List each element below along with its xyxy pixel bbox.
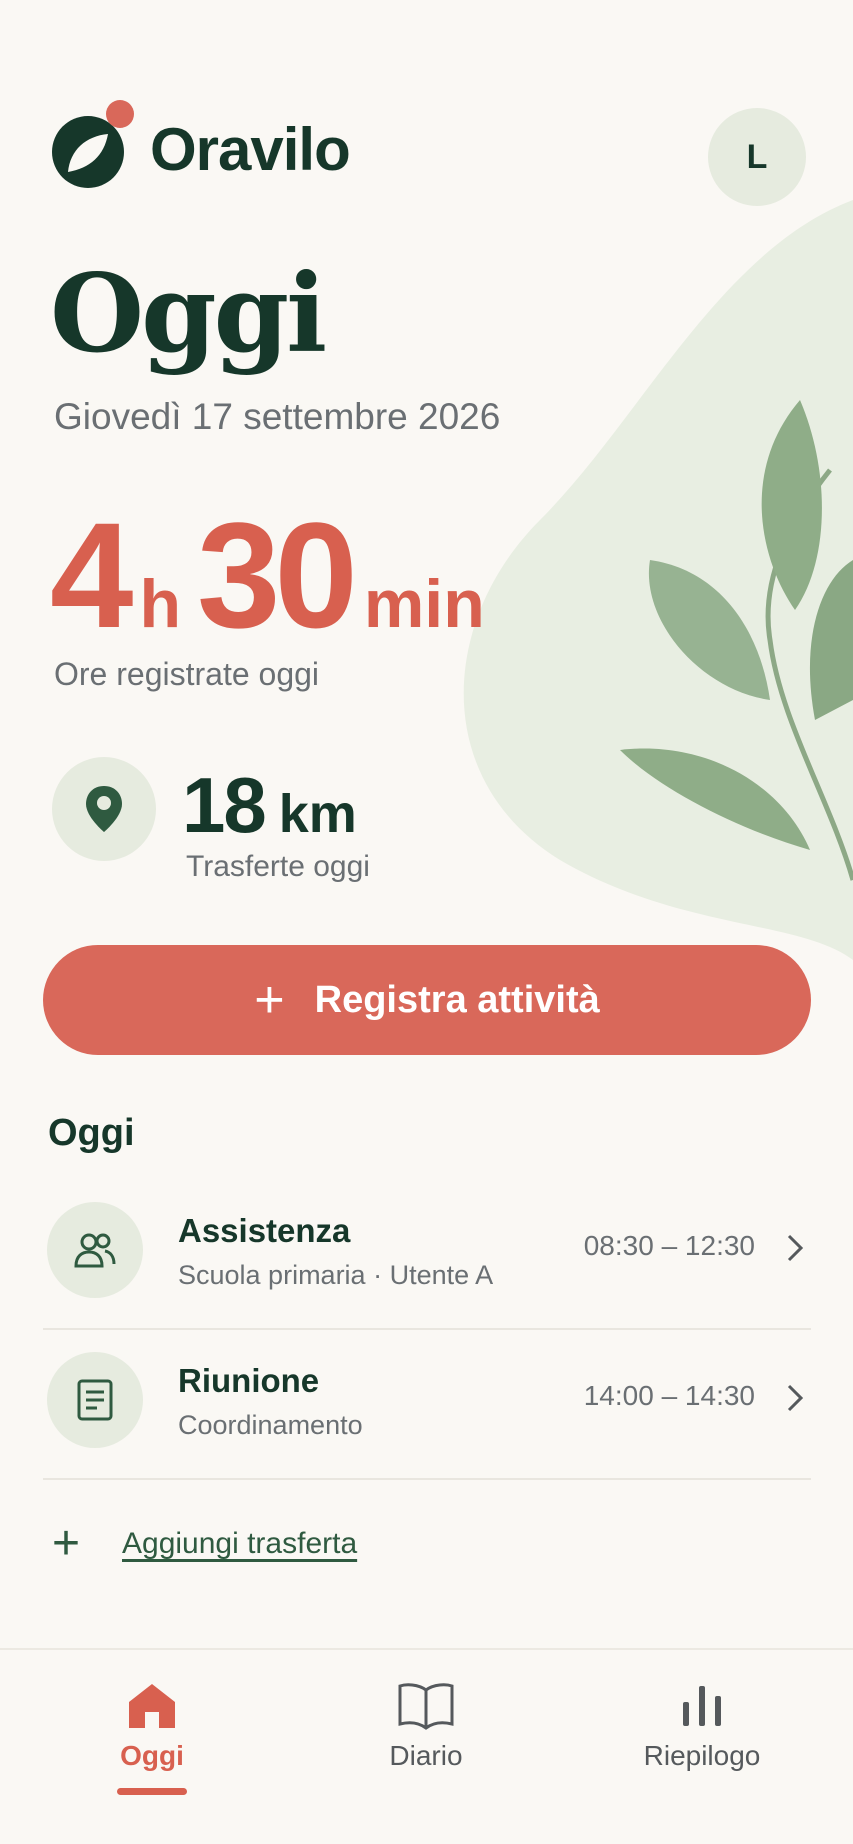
add-trip-link[interactable]: + Aggiungi trasferta (52, 1520, 357, 1568)
document-icon (47, 1352, 143, 1448)
register-activity-label: Registra attività (314, 978, 600, 1021)
plus-icon: + (254, 971, 285, 1029)
today-section-title: Oggi (48, 1112, 135, 1154)
bar-chart-icon (683, 1686, 721, 1726)
app-header: Oravilo L (52, 98, 807, 206)
minutes-value: 30 (196, 491, 358, 659)
users-icon (47, 1202, 143, 1298)
tab-label: Diario (389, 1740, 463, 1771)
active-tab-indicator (117, 1788, 187, 1795)
list-item[interactable]: Assistenza Scuola primaria · Utente A 08… (43, 1180, 811, 1330)
app-logo: Oravilo (52, 98, 351, 190)
tab-label: Riepilogo (643, 1740, 761, 1771)
chevron-right-icon (787, 1384, 804, 1412)
hours-value: 4 (50, 491, 133, 659)
item-title: Riunione (178, 1362, 320, 1399)
page-title: Oggi (50, 251, 327, 377)
hours-unit: h (139, 566, 181, 642)
list-item[interactable]: Riunione Coordinamento 14:00 – 14:30 (43, 1330, 811, 1480)
distance-label: Trasferte oggi (186, 850, 370, 883)
tab-label: Oggi (120, 1740, 184, 1771)
current-date: Giovedì 17 settembre 2026 (54, 396, 501, 437)
avatar[interactable]: L (708, 108, 806, 206)
app-name: Oravilo (150, 115, 351, 183)
plus-icon: + (52, 1517, 81, 1570)
chevron-right-icon (787, 1234, 804, 1262)
item-time: 14:00 – 14:30 (583, 1380, 755, 1411)
activity-list: Assistenza Scuola primaria · Utente A 08… (43, 1180, 811, 1480)
bottom-tab-bar: Oggi Diario Riepilogo (0, 1648, 853, 1844)
book-icon (398, 1683, 454, 1730)
tab-diario[interactable]: Diario (326, 1680, 526, 1772)
item-subtitle: Coordinamento (178, 1410, 363, 1440)
item-time: 08:30 – 12:30 (583, 1230, 755, 1261)
distance-badge (52, 757, 156, 861)
tab-riepilogo[interactable]: Riepilogo (602, 1680, 802, 1772)
leaf-logo-icon (52, 100, 134, 188)
distance-total: 18 km (182, 760, 357, 851)
minutes-unit: min (363, 566, 485, 642)
item-title: Assistenza (178, 1212, 351, 1249)
map-pin-icon (86, 786, 122, 832)
distance-value: 18 (182, 761, 267, 849)
item-subtitle: Scuola primaria · Utente A (178, 1260, 494, 1290)
hours-label: Ore registrate oggi (54, 656, 320, 692)
hours-total: 4 h 30 min (50, 500, 501, 650)
register-activity-button[interactable]: + Registra attività (43, 945, 811, 1055)
home-icon (129, 1684, 175, 1728)
add-trip-label: Aggiungi trasferta (122, 1527, 358, 1560)
tab-oggi[interactable]: Oggi (52, 1680, 252, 1795)
distance-unit: km (278, 784, 357, 844)
